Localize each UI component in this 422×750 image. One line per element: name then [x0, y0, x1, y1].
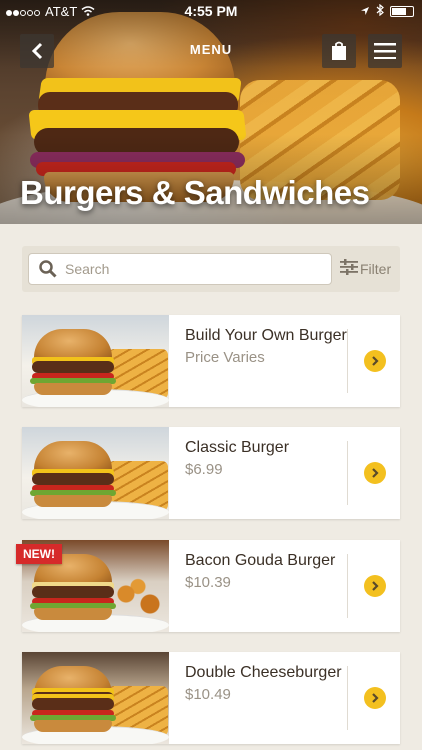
item-price: $10.49 — [185, 686, 231, 703]
category-title: Burgers & Sandwiches — [20, 174, 370, 211]
chevron-right-icon[interactable] — [364, 462, 386, 484]
item-image — [22, 315, 169, 407]
search-icon — [37, 258, 59, 280]
search-box[interactable] — [28, 253, 332, 285]
location-icon — [360, 4, 370, 19]
item-name: Double Cheeseburger — [185, 664, 342, 681]
item-name: Bacon Gouda Burger — [185, 552, 336, 569]
shopping-bag-icon — [332, 41, 346, 60]
menu-icon — [374, 43, 396, 59]
sliders-icon — [340, 259, 358, 278]
clock: 4:55 PM — [184, 3, 238, 19]
item-image — [22, 652, 169, 744]
item-name: Build Your Own Burger — [185, 327, 347, 344]
menu-item-classic-burger[interactable]: Classic Burger $6.99 — [22, 427, 400, 519]
item-price: $10.39 — [185, 574, 231, 591]
hero-banner: AT&T 4:55 PM MENU Burgers & Sandwiches — [0, 0, 422, 224]
filter-button[interactable]: Filter — [340, 259, 391, 278]
bluetooth-icon — [376, 3, 384, 19]
status-bar: AT&T 4:55 PM — [0, 0, 422, 22]
menu-item-double-cheeseburger[interactable]: Double Cheeseburger $10.49 — [22, 652, 400, 744]
page-title: MENU — [189, 42, 233, 57]
item-name: Classic Burger — [185, 439, 290, 456]
menu-item-bacon-gouda-burger[interactable]: NEW! Bacon Gouda Burger $10.39 — [16, 540, 400, 632]
battery-icon — [390, 6, 414, 17]
new-badge: NEW! — [16, 544, 62, 564]
chevron-right-icon[interactable] — [364, 350, 386, 372]
chevron-right-icon[interactable] — [364, 687, 386, 709]
item-image — [22, 427, 169, 519]
search-input[interactable] — [65, 261, 315, 277]
item-price: Price Varies — [185, 349, 265, 366]
search-bar: Filter — [22, 246, 400, 292]
item-price: $6.99 — [185, 461, 223, 478]
filter-label: Filter — [360, 260, 392, 277]
menu-item-build-your-own-burger[interactable]: Build Your Own Burger Price Varies — [22, 315, 400, 407]
cart-button[interactable] — [322, 34, 356, 68]
chevron-right-icon[interactable] — [364, 575, 386, 597]
hamburger-menu-button[interactable] — [368, 34, 402, 68]
